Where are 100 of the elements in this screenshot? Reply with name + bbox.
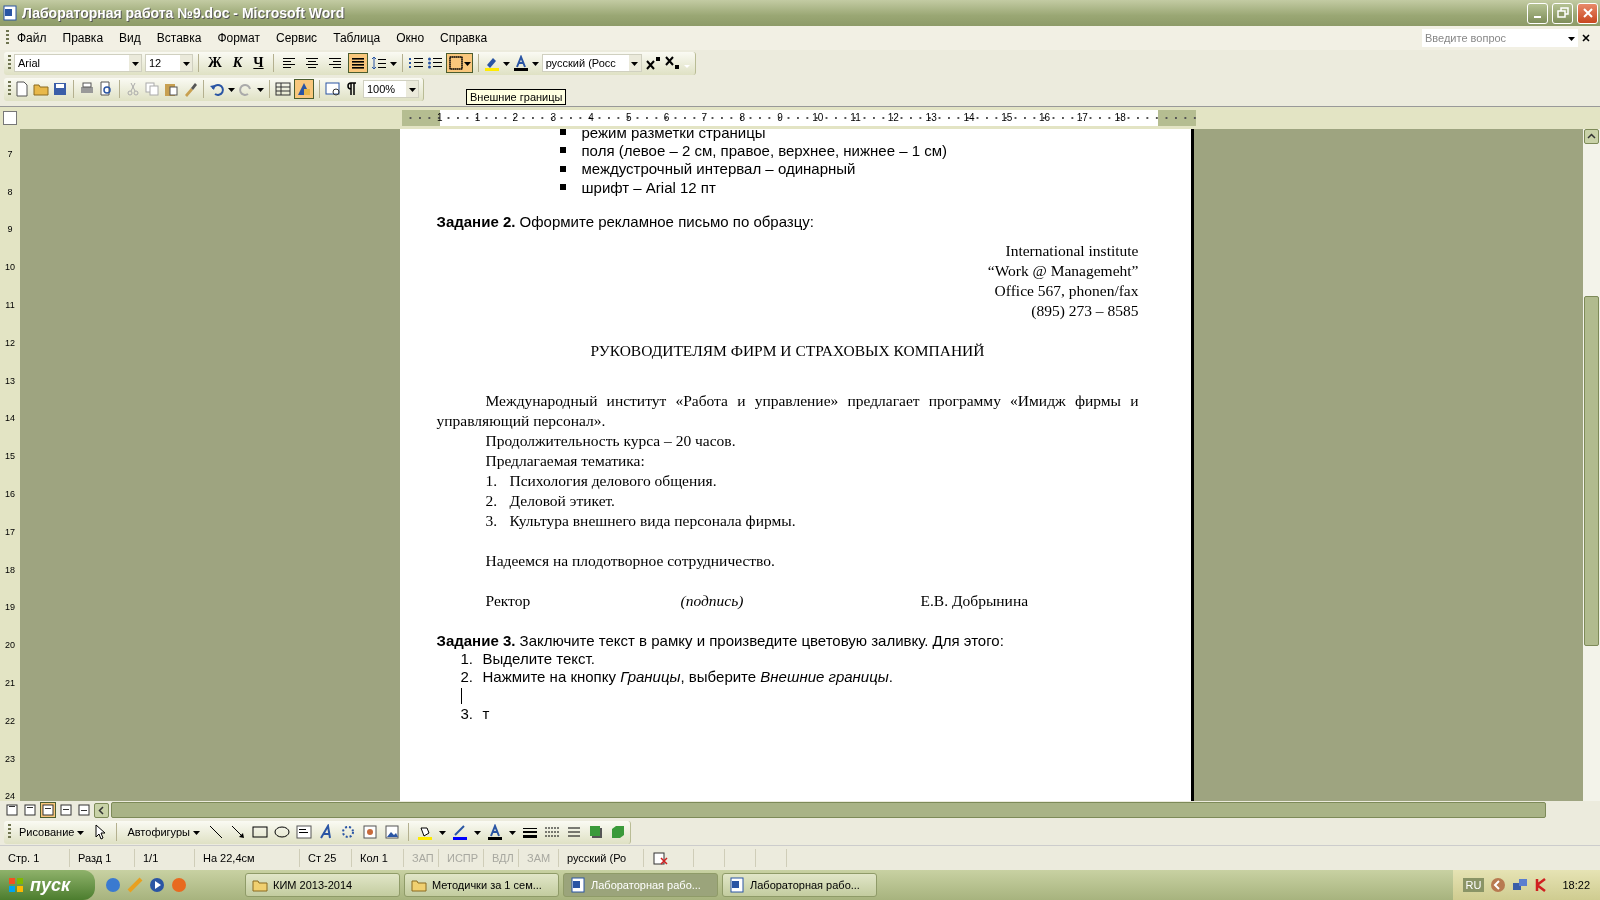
status-text: На 22,4см xyxy=(195,849,300,867)
media-player-icon[interactable] xyxy=(149,877,165,893)
taskbar-button[interactable]: Методички за 1 сем... xyxy=(404,873,559,897)
dash-style-icon[interactable] xyxy=(544,824,560,840)
font-size-combo[interactable]: 12 xyxy=(145,54,193,72)
ruler-number: 24 xyxy=(5,790,15,801)
ruler-number: 10 xyxy=(5,261,15,275)
highlighter-icon[interactable] xyxy=(483,55,500,71)
ruler-number: 12 xyxy=(887,113,899,123)
address-line: “Work @ Managemeht” xyxy=(986,261,1139,282)
menu-item[interactable]: Формат xyxy=(209,29,269,47)
scroll-thumb[interactable] xyxy=(1584,296,1599,646)
menu-item[interactable]: Окно xyxy=(388,29,433,47)
list-text: Психология делового общения. xyxy=(509,471,717,492)
line-icon[interactable] xyxy=(208,824,224,840)
help-search-field[interactable]: Введите вопрос xyxy=(1422,29,1578,47)
ruler-number: 16 xyxy=(1039,113,1051,123)
save-icon[interactable] xyxy=(52,81,68,97)
subscript-icon[interactable] xyxy=(663,55,680,71)
bullet-text: междустрочный интервал – одинарный xyxy=(581,160,856,178)
undo-icon[interactable] xyxy=(209,81,225,97)
folder-icon xyxy=(411,877,427,893)
vertical-scrollbar[interactable] xyxy=(1583,129,1600,801)
tab-selector[interactable] xyxy=(3,111,17,125)
letter-heading: РУКОВОДИТЕЛЯМ ФИРМ И СТРАХОВЫХ КОМПАНИЙ xyxy=(589,341,986,362)
borders-button[interactable] xyxy=(445,53,473,73)
shadow-icon[interactable] xyxy=(588,824,604,840)
zoom-combo[interactable]: 100% xyxy=(363,80,419,98)
status-text: Стр. 1 xyxy=(0,849,70,867)
ruler-number: 1 xyxy=(474,113,481,123)
numbered-list-icon[interactable] xyxy=(407,55,424,71)
autoshapes-menu-button[interactable]: Автофигуры xyxy=(125,824,202,840)
new-document-icon[interactable] xyxy=(14,81,30,97)
font-style-button[interactable]: Ч xyxy=(249,53,268,73)
font-combo[interactable]: Arial xyxy=(14,54,142,72)
cube-icon[interactable] xyxy=(610,824,626,840)
document-icon xyxy=(729,877,745,893)
ruler-number: 13 xyxy=(925,113,937,123)
arrow-icon[interactable] xyxy=(230,824,246,840)
ellipse-icon[interactable] xyxy=(274,824,290,840)
letter-line: Предлагаемая тематика: xyxy=(484,451,646,472)
menu-item[interactable]: Правка xyxy=(54,29,112,47)
image-icon[interactable] xyxy=(384,824,400,840)
status-text: ИСПР xyxy=(439,849,484,867)
ruler-number: 19 xyxy=(5,601,15,615)
folder-icon[interactable] xyxy=(33,81,49,97)
ruler-number: 15 xyxy=(1001,113,1013,123)
list-number: 2. xyxy=(460,668,474,687)
superscript-icon[interactable] xyxy=(644,55,661,71)
bullet-icon xyxy=(559,165,566,172)
rectangle-icon[interactable] xyxy=(252,824,268,840)
task-text: Задание 2. Оформите рекламное письмо по образцу: xyxy=(436,213,815,232)
menu-item[interactable]: Таблица xyxy=(325,29,389,47)
bullet-text: шрифт – Arial 12 пт xyxy=(581,178,716,196)
ruler-number: 13 xyxy=(5,374,15,388)
list-text: т xyxy=(482,704,490,724)
status-text: Ст 25 xyxy=(300,849,352,867)
list-text: Деловой этикет. xyxy=(509,491,615,512)
address-line: (895) 273 – 8585 xyxy=(1030,301,1139,322)
letter-paragraph: Международный институт «Работа и управление» предлагает программу «Имидж фирмы и управляющий персонал». xyxy=(436,391,1139,432)
ruler-number: 18 xyxy=(5,563,15,577)
ruler-number: 11 xyxy=(850,113,861,123)
menu-item[interactable]: Вставка xyxy=(148,29,210,47)
list-text: Нажмите на кнопку Границы, выберите Внешние границы. xyxy=(482,668,893,687)
taskbar-button[interactable]: КИМ 2013-2014 xyxy=(245,873,400,897)
ruler-number: 6 xyxy=(663,113,670,123)
menu-item[interactable]: Вид xyxy=(111,29,149,47)
document-icon xyxy=(2,5,18,21)
text-box-icon[interactable] xyxy=(296,824,312,840)
line-color-icon[interactable] xyxy=(452,824,468,840)
bullet-text: режим разметки страницы xyxy=(581,129,766,141)
font-color-icon[interactable] xyxy=(487,824,503,840)
bulleted-list-icon[interactable] xyxy=(426,55,443,71)
clock: 18:22 xyxy=(1562,879,1590,891)
drawing-menu-button[interactable]: Рисование xyxy=(17,824,87,840)
ruler-number: 23 xyxy=(5,752,15,766)
font-style-button[interactable]: Ж xyxy=(204,53,226,73)
language-combo[interactable]: русский (Росс xyxy=(541,54,642,72)
menu-item[interactable]: Справка xyxy=(432,29,496,47)
ruler-number: 18 xyxy=(1114,113,1126,123)
line-spacing-icon[interactable] xyxy=(370,55,387,71)
menu-item[interactable]: Файл xyxy=(9,29,55,47)
window-title: Лабораторная работа №9.doc - Microsoft Word xyxy=(22,5,346,21)
menu-item[interactable]: Сервис xyxy=(268,29,326,47)
status-text: ЗАМ xyxy=(519,849,559,867)
list-number: 2. xyxy=(485,491,499,512)
font-color-icon[interactable] xyxy=(512,55,529,71)
font-style-button[interactable]: К xyxy=(228,53,247,73)
chevron-left-icon[interactable] xyxy=(1490,877,1507,893)
status-text: ЗАП xyxy=(404,849,439,867)
ruler-number: 2 xyxy=(512,113,519,123)
borders-icon[interactable] xyxy=(447,55,464,71)
ruler-number: 12 xyxy=(5,336,15,350)
taskbar-button[interactable]: Лабораторная рабо... xyxy=(722,873,877,897)
ruler-number: 3 xyxy=(550,113,556,123)
ruler-number: 9 xyxy=(7,223,13,237)
horizontal-scrollbar[interactable] xyxy=(111,802,1546,818)
table-icon[interactable] xyxy=(275,81,291,97)
network-icon[interactable] xyxy=(1512,877,1529,893)
toolbar-grip[interactable] xyxy=(6,30,9,46)
